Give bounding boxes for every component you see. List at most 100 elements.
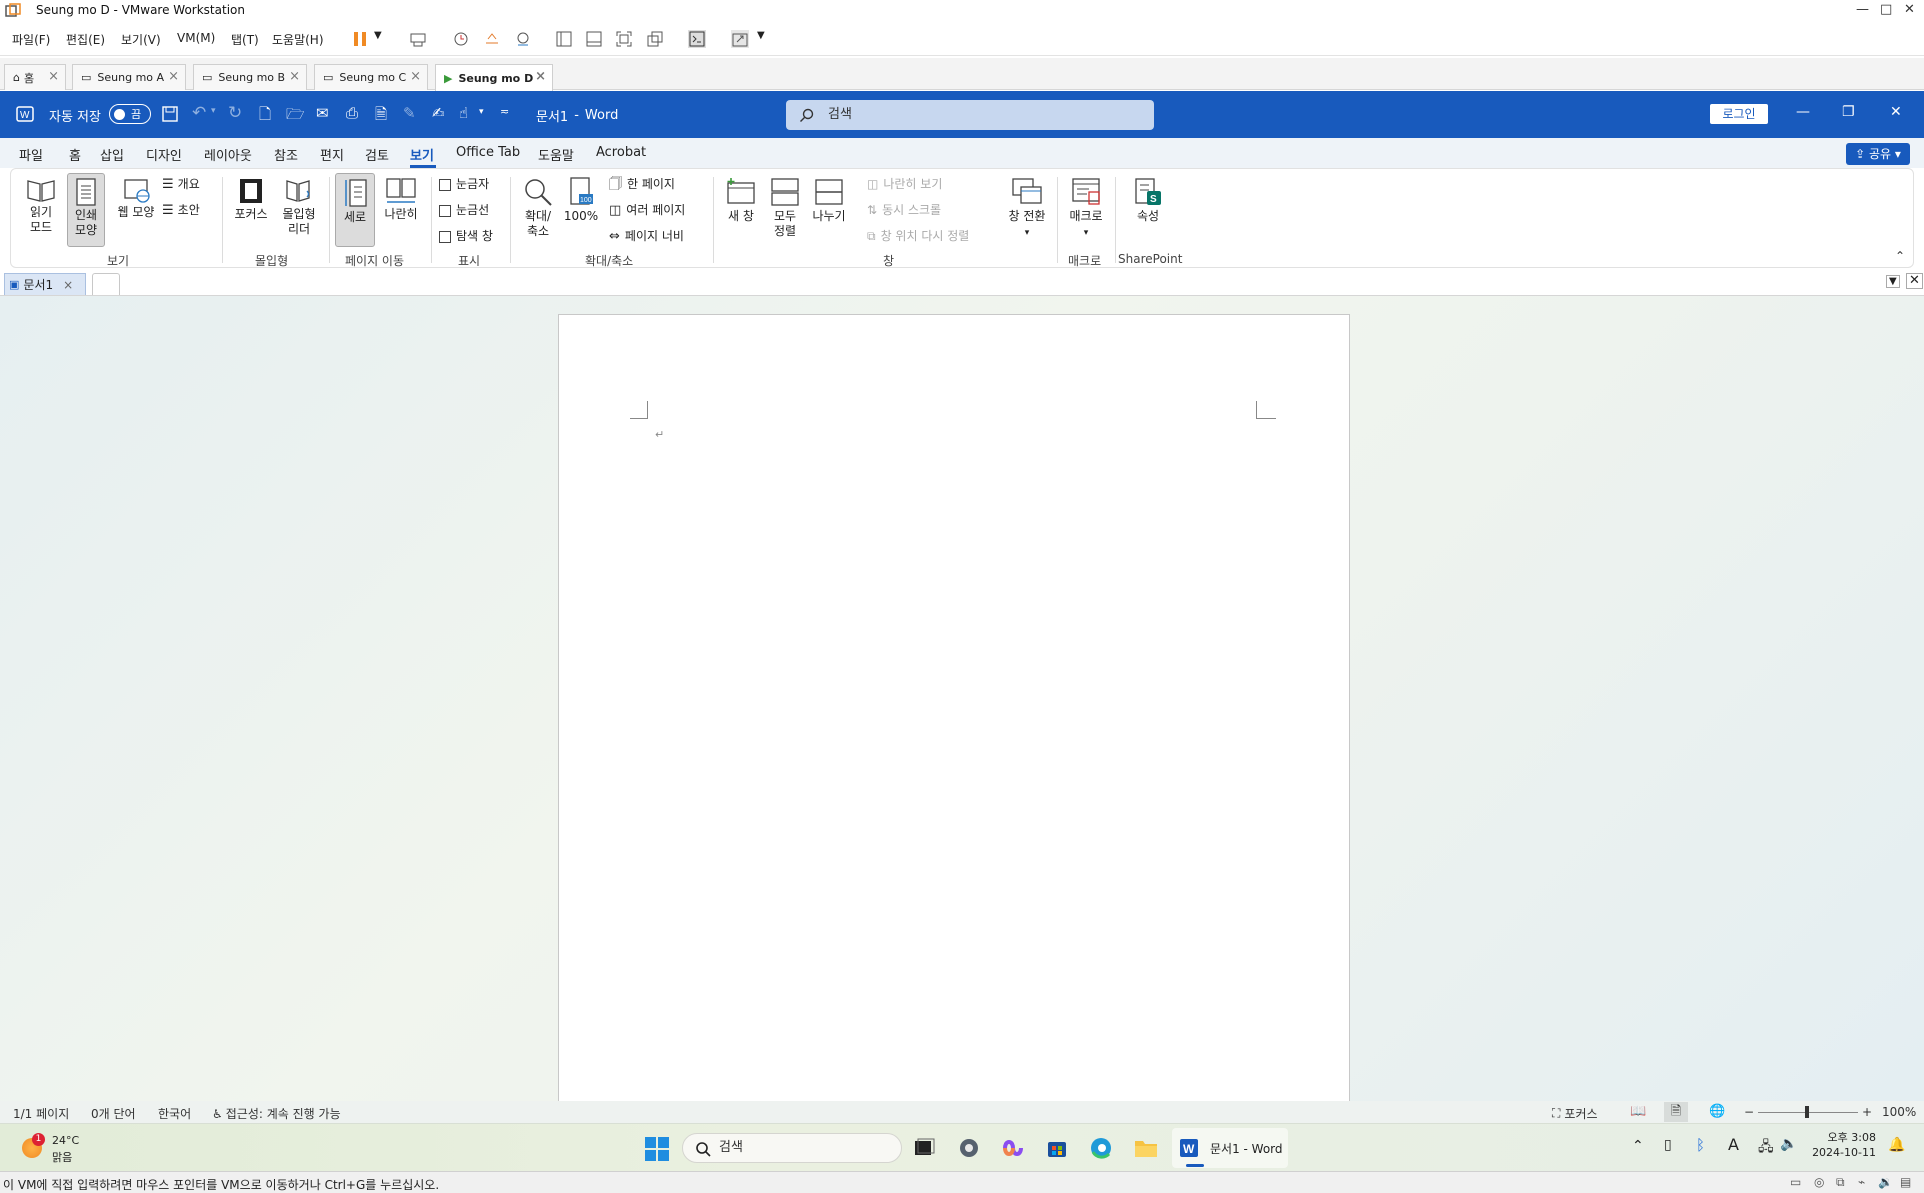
restore-icon[interactable]: ❐ — [1842, 104, 1855, 120]
notification-bell-icon[interactable]: 🔔 — [1888, 1137, 1905, 1153]
zoom-level[interactable]: 100% — [1882, 1105, 1916, 1119]
menu-edit[interactable]: 편집(E) — [66, 31, 105, 48]
one-page-button[interactable]: 🗍 한 페이지 — [609, 177, 675, 192]
print-layout-button[interactable]: 인쇄 모양 — [67, 173, 105, 247]
read-mode-button[interactable]: 읽기 모드 — [25, 177, 57, 235]
tab-insert[interactable]: 삽입 — [100, 145, 124, 164]
share-button[interactable]: ⇪ 공유 ▾ — [1846, 143, 1910, 165]
side-to-side-button[interactable]: 나란히 — [381, 177, 421, 222]
tab-home[interactable]: ⌂ 홈 × — [4, 64, 66, 90]
reset-window-position-button[interactable]: ⧉ 창 위치 다시 정렬 — [867, 229, 969, 244]
close-tab-icon[interactable]: × — [168, 69, 179, 84]
sync-scroll-button[interactable]: ⇅ 동시 스크롤 — [867, 203, 941, 218]
settings-gear-icon[interactable] — [957, 1136, 981, 1160]
nav-pane-checkbox[interactable]: 탐색 창 — [439, 229, 493, 244]
email-icon[interactable]: ✉ — [316, 104, 329, 122]
tab-seung-mo-c[interactable]: ▭ Seung mo C × — [314, 64, 428, 90]
close-all-tabs-icon[interactable]: ✕ — [1906, 273, 1923, 289]
tab-mailings[interactable]: 편지 — [320, 145, 344, 164]
print-layout-icon[interactable]: 🗎 — [1664, 1102, 1688, 1122]
minimize-icon[interactable]: — — [1796, 104, 1810, 120]
taskbar-search-input[interactable]: 검색 — [682, 1133, 902, 1163]
revert-snapshot-icon[interactable] — [483, 30, 501, 48]
accessibility-status[interactable]: ♿ 접근성: 계속 진행 가능 — [212, 1105, 341, 1122]
close-tab-icon[interactable]: × — [289, 69, 300, 84]
console-view-icon[interactable] — [688, 30, 706, 48]
message-log-icon[interactable]: ▤ — [1900, 1175, 1911, 1189]
focus-mode-button[interactable]: ⛶ 포커스 — [1552, 1105, 1598, 1122]
clock-date[interactable]: 2024-10-11 — [1808, 1146, 1876, 1159]
page-width-button[interactable]: ⇔ 페이지 너비 — [609, 229, 684, 244]
undo-dropdown-icon[interactable]: ▾ — [211, 106, 216, 116]
tab-help[interactable]: 도움말 — [538, 145, 574, 164]
switch-windows-button[interactable]: 창 전환 ▾ — [1005, 177, 1049, 241]
tab-office-tab[interactable]: Office Tab — [456, 145, 520, 160]
login-button[interactable]: 로그인 — [1710, 104, 1768, 124]
view-side-by-side-button[interactable]: ◫ 나란히 보기 — [867, 177, 942, 192]
edit-icon[interactable]: ✍ — [432, 104, 445, 122]
menu-help[interactable]: 도움말(H) — [272, 31, 324, 48]
tab-seung-mo-a[interactable]: ▭ Seung mo A × — [72, 64, 186, 90]
tab-design[interactable]: 디자인 — [146, 145, 182, 164]
network-status-icon[interactable]: ⧉ — [1836, 1175, 1845, 1190]
macros-button[interactable]: 매크로 ▾ — [1065, 177, 1107, 241]
tab-seung-mo-b[interactable]: ▭ Seung mo B × — [193, 64, 307, 90]
zoom-100-button[interactable]: 100 100% — [563, 177, 599, 224]
doc-tab-document1[interactable]: ▣ 문서1 × — [4, 273, 86, 295]
cd-status-icon[interactable]: ◎ — [1814, 1175, 1824, 1189]
snapshot-manager-icon[interactable] — [514, 30, 532, 48]
menu-vm[interactable]: VM(M) — [177, 31, 215, 45]
zoom-button[interactable]: 확대/ 축소 — [519, 177, 557, 239]
volume-icon[interactable]: 🔈 — [1780, 1136, 1797, 1152]
unity-icon[interactable] — [646, 30, 664, 48]
close-tab-icon[interactable]: × — [535, 69, 546, 84]
copilot-icon[interactable] — [1001, 1136, 1025, 1160]
page-count[interactable]: 1/1 페이지 — [13, 1105, 69, 1122]
library-view-icon[interactable] — [555, 30, 573, 48]
immersive-reader-button[interactable]: 몰입형 리더 — [277, 177, 321, 237]
maximize-icon[interactable]: □ — [1880, 2, 1892, 17]
outline-button[interactable]: ☰ 개요 — [162, 177, 200, 192]
tab-home[interactable]: 홈 — [69, 145, 81, 164]
thumbnail-bar-icon[interactable] — [585, 30, 603, 48]
menu-view[interactable]: 보기(V) — [121, 31, 161, 48]
microsoft-store-icon[interactable] — [1045, 1136, 1069, 1160]
close-icon[interactable]: ✕ — [1890, 104, 1902, 120]
open-icon[interactable]: 🗁 — [286, 104, 305, 129]
tab-list-dropdown-icon[interactable]: ▼ — [1886, 275, 1900, 288]
properties-button[interactable]: S 속성 — [1129, 177, 1167, 224]
draw-icon[interactable]: ✎ — [403, 104, 416, 122]
send-keys-icon[interactable] — [409, 30, 427, 48]
print-icon[interactable]: ⎙ — [346, 104, 358, 122]
close-tab-icon[interactable]: × — [48, 69, 59, 84]
close-doc-tab-icon[interactable]: × — [63, 278, 73, 292]
language[interactable]: 한국어 — [158, 1105, 191, 1122]
new-window-button[interactable]: 새 창 — [721, 177, 761, 224]
clock-time[interactable]: 오후 3:08 — [1818, 1129, 1876, 1145]
file-explorer-icon[interactable] — [1133, 1136, 1159, 1160]
tab-view[interactable]: 보기 — [410, 145, 434, 164]
new-document-icon[interactable]: 🗋 — [259, 104, 271, 129]
tab-references[interactable]: 참조 — [274, 145, 298, 164]
redo-icon[interactable]: ↻ — [228, 103, 242, 123]
task-view-icon[interactable] — [912, 1136, 936, 1160]
draft-button[interactable]: ☰ 초안 — [162, 203, 200, 218]
pause-icon[interactable] — [352, 30, 370, 48]
tab-acrobat[interactable]: Acrobat — [596, 145, 646, 160]
multiple-pages-button[interactable]: ◫ 여러 페이지 — [609, 203, 685, 218]
usb-device-icon[interactable]: ▯ — [1664, 1137, 1672, 1153]
minimize-icon[interactable]: — — [1856, 2, 1869, 17]
web-layout-icon[interactable]: 🌐 — [1709, 1104, 1725, 1119]
stretch-guest-icon[interactable] — [731, 30, 749, 48]
network-icon[interactable]: 🖧 — [1758, 1136, 1774, 1160]
ime-indicator-icon[interactable]: A — [1728, 1135, 1739, 1154]
pause-dropdown-icon[interactable]: ▼ — [374, 30, 382, 41]
stretch-dropdown-icon[interactable]: ▼ — [757, 30, 765, 41]
read-mode-icon[interactable]: 📖 — [1630, 1104, 1646, 1119]
close-tab-icon[interactable]: × — [410, 69, 421, 84]
touch-mode-icon[interactable]: ☝ — [459, 104, 468, 122]
customize-qat-icon[interactable]: ≂ — [500, 105, 509, 118]
focus-button[interactable]: 포커스 — [231, 177, 271, 222]
sound-status-icon[interactable]: 🔉 — [1878, 1175, 1893, 1189]
autosave-toggle[interactable]: 끔 — [109, 104, 151, 124]
